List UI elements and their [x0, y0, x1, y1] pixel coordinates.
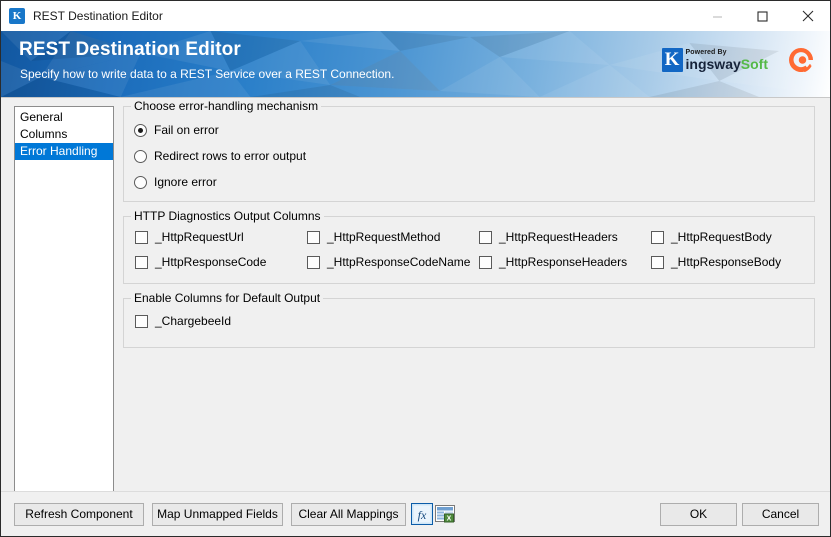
- checkbox-chargebee-id-label: _ChargebeeId: [155, 314, 231, 328]
- checkbox-http-response-code-label: _HttpResponseCode: [155, 255, 266, 269]
- checkbox-http-response-headers-box[interactable]: [479, 256, 492, 269]
- error-handling-group-title: Choose error-handling mechanism: [131, 99, 321, 113]
- http-diagnostics-group-title: HTTP Diagnostics Output Columns: [131, 209, 324, 223]
- checkbox-http-response-code-name[interactable]: _HttpResponseCodeName: [307, 255, 470, 269]
- banner: REST Destination Editor Specify how to w…: [1, 31, 830, 98]
- checkbox-http-response-body[interactable]: _HttpResponseBody: [651, 255, 781, 269]
- footer-bar: Refresh Component Map Unmapped Fields Cl…: [1, 491, 830, 536]
- checkbox-http-response-headers[interactable]: _HttpResponseHeaders: [479, 255, 627, 269]
- checkbox-http-request-method-label: _HttpRequestMethod: [327, 230, 440, 244]
- soft-text: Soft: [741, 56, 768, 72]
- sidebar-item-general[interactable]: General: [15, 109, 113, 126]
- kingswaysoft-name: ingswaySoft: [686, 57, 768, 71]
- default-output-group: Enable Columns for Default Output _Charg…: [123, 298, 815, 348]
- refresh-component-button[interactable]: Refresh Component: [14, 503, 144, 526]
- sidebar-item-error-handling[interactable]: Error Handling: [15, 143, 113, 160]
- radio-redirect-rows-label: Redirect rows to error output: [154, 149, 306, 163]
- radio-ignore-error-indicator[interactable]: [134, 176, 147, 189]
- checkbox-http-response-code[interactable]: _HttpResponseCode: [135, 255, 266, 269]
- content-area: General Columns Error Handling Choose er…: [1, 98, 830, 491]
- banner-logos: K Powered By ingswaySoft: [662, 45, 816, 75]
- clear-all-mappings-button[interactable]: Clear All Mappings: [291, 503, 406, 526]
- checkbox-chargebee-id[interactable]: _ChargebeeId: [135, 314, 231, 328]
- kingswaysoft-k-icon: K: [9, 8, 25, 24]
- svg-text:fx: fx: [418, 508, 427, 522]
- checkbox-http-request-headers-box[interactable]: [479, 231, 492, 244]
- checkbox-http-request-url[interactable]: _HttpRequestUrl: [135, 230, 244, 244]
- settings-panel: Choose error-handling mechanism Fail on …: [123, 98, 815, 491]
- error-handling-group: Choose error-handling mechanism Fail on …: [123, 106, 815, 202]
- window-title: REST Destination Editor: [33, 9, 695, 23]
- radio-fail-on-error-label: Fail on error: [154, 123, 219, 137]
- checkbox-http-request-headers-label: _HttpRequestHeaders: [499, 230, 618, 244]
- kingswaysoft-logo: K Powered By ingswaySoft: [662, 48, 768, 72]
- checkbox-http-response-code-name-box[interactable]: [307, 256, 320, 269]
- checkbox-http-response-headers-label: _HttpResponseHeaders: [499, 255, 627, 269]
- radio-ignore-error-label: Ignore error: [154, 175, 217, 189]
- maximize-button[interactable]: [740, 1, 785, 31]
- radio-fail-on-error-indicator[interactable]: [134, 124, 147, 137]
- radio-fail-on-error[interactable]: Fail on error: [134, 123, 219, 137]
- checkbox-http-response-code-name-label: _HttpResponseCodeName: [327, 255, 470, 269]
- export-grid-icon[interactable]: X: [434, 503, 456, 525]
- svg-text:X: X: [447, 516, 452, 523]
- checkbox-http-request-body-box[interactable]: [651, 231, 664, 244]
- close-button[interactable]: [785, 1, 830, 31]
- radio-redirect-rows-indicator[interactable]: [134, 150, 147, 163]
- checkbox-http-request-body[interactable]: _HttpRequestBody: [651, 230, 772, 244]
- checkbox-http-request-body-label: _HttpRequestBody: [671, 230, 772, 244]
- fx-expression-icon[interactable]: fx: [411, 503, 433, 525]
- checkbox-http-response-code-box[interactable]: [135, 256, 148, 269]
- window-controls: [695, 1, 830, 31]
- map-unmapped-fields-button[interactable]: Map Unmapped Fields: [152, 503, 283, 526]
- page-list[interactable]: General Columns Error Handling: [14, 106, 114, 495]
- http-diagnostics-group: HTTP Diagnostics Output Columns _HttpReq…: [123, 216, 815, 284]
- title-bar: K REST Destination Editor: [1, 1, 830, 31]
- cancel-button[interactable]: Cancel: [742, 503, 819, 526]
- checkbox-http-request-url-label: _HttpRequestUrl: [155, 230, 244, 244]
- banner-subtitle: Specify how to write data to a REST Serv…: [20, 67, 394, 81]
- checkbox-http-request-headers[interactable]: _HttpRequestHeaders: [479, 230, 618, 244]
- ok-button[interactable]: OK: [660, 503, 737, 526]
- radio-ignore-error[interactable]: Ignore error: [134, 175, 217, 189]
- powered-by-label: Powered By: [686, 49, 768, 56]
- checkbox-http-response-body-label: _HttpResponseBody: [671, 255, 781, 269]
- rest-destination-editor-window: K REST Destination Editor: [0, 0, 831, 537]
- minimize-button[interactable]: [695, 1, 740, 31]
- kingswaysoft-k-mark: K: [662, 48, 683, 72]
- kingsway-text: ingsway: [686, 56, 741, 72]
- chargebee-c-icon: [786, 45, 816, 75]
- kingswaysoft-wordmark: Powered By ingswaySoft: [686, 49, 768, 71]
- default-output-group-title: Enable Columns for Default Output: [131, 291, 323, 305]
- checkbox-chargebee-id-box[interactable]: [135, 315, 148, 328]
- banner-title: REST Destination Editor: [19, 39, 241, 61]
- checkbox-http-request-method[interactable]: _HttpRequestMethod: [307, 230, 440, 244]
- checkbox-http-response-body-box[interactable]: [651, 256, 664, 269]
- radio-redirect-rows[interactable]: Redirect rows to error output: [134, 149, 306, 163]
- checkbox-http-request-url-box[interactable]: [135, 231, 148, 244]
- sidebar-item-columns[interactable]: Columns: [15, 126, 113, 143]
- checkbox-http-request-method-box[interactable]: [307, 231, 320, 244]
